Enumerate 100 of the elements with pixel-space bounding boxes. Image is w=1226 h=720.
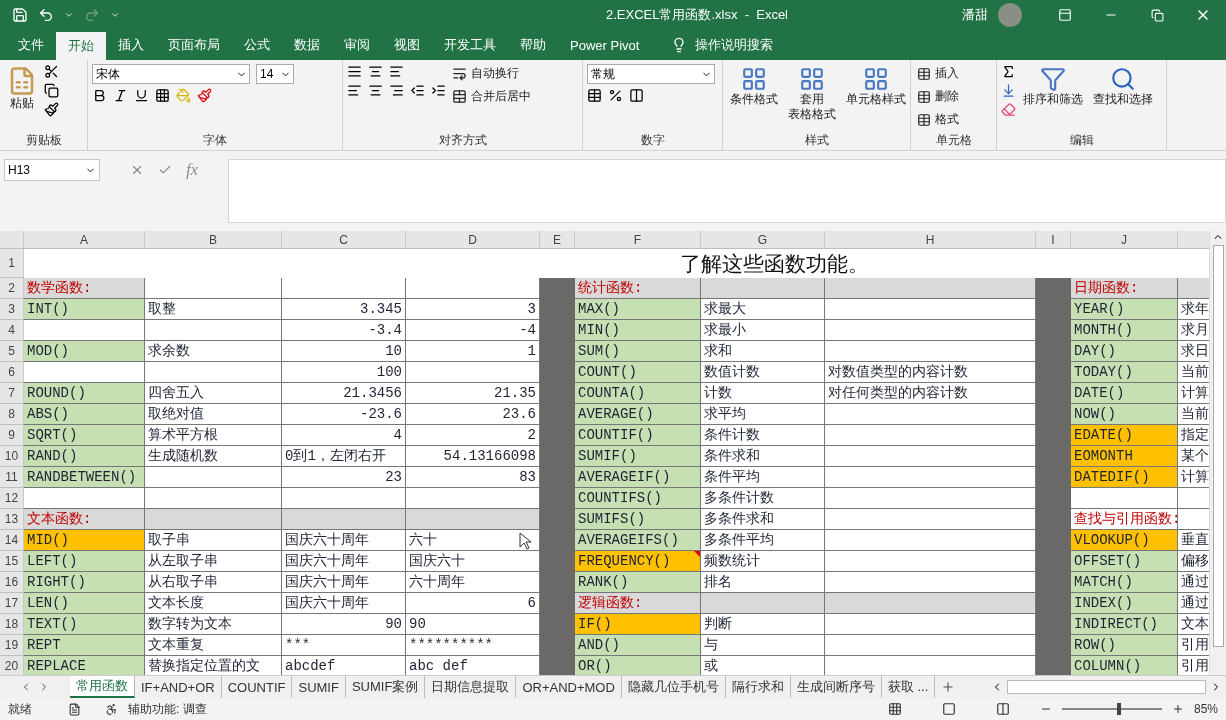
table-cell[interactable]: RANDBETWEEN(): [24, 467, 145, 488]
table-cell[interactable]: COUNTIFS(): [575, 488, 701, 509]
table-cell[interactable]: abc def: [406, 656, 540, 675]
row-header[interactable]: 12: [0, 488, 24, 509]
table-cell[interactable]: 国庆六十周年: [282, 572, 406, 593]
table-cell[interactable]: [825, 593, 1036, 614]
table-cell[interactable]: [406, 362, 540, 383]
table-cell[interactable]: 求最小: [701, 320, 825, 341]
row-header[interactable]: 4: [0, 320, 24, 341]
caret-icon[interactable]: [64, 10, 74, 20]
table-cell[interactable]: SQRT(): [24, 425, 145, 446]
table-cell[interactable]: REPT: [24, 635, 145, 656]
table-cell[interactable]: [825, 551, 1036, 572]
row-header[interactable]: 17: [0, 593, 24, 614]
table-cell[interactable]: [825, 467, 1036, 488]
table-cell[interactable]: 求和: [701, 341, 825, 362]
table-cell[interactable]: MIN(): [575, 320, 701, 341]
table-cell[interactable]: 6: [406, 593, 540, 614]
table-cell[interactable]: [825, 572, 1036, 593]
column-header[interactable]: D: [406, 231, 540, 249]
table-cell[interactable]: 判断: [701, 614, 825, 635]
page-break-view-icon[interactable]: [995, 702, 1010, 716]
table-cell[interactable]: 国庆六十周年: [282, 593, 406, 614]
table-cell[interactable]: OFFSET(): [1071, 551, 1178, 572]
row-header[interactable]: 7: [0, 383, 24, 404]
row-header[interactable]: 1: [0, 249, 24, 278]
table-cell[interactable]: -4: [406, 320, 540, 341]
table-cell[interactable]: 替换指定位置的文: [145, 656, 282, 675]
underline-icon[interactable]: [134, 88, 149, 103]
style-button[interactable]: 单元格样式: [843, 64, 909, 132]
table-cell[interactable]: [282, 509, 406, 530]
table-cell[interactable]: 当前: [1178, 404, 1209, 425]
table-cell[interactable]: 100: [282, 362, 406, 383]
table-cell[interactable]: OR(): [575, 656, 701, 675]
table-cell[interactable]: [825, 278, 1036, 299]
accessibility-status[interactable]: 辅助功能: 调查: [128, 700, 207, 718]
row-header[interactable]: 6: [0, 362, 24, 383]
table-cell[interactable]: [825, 614, 1036, 635]
ribbon-tab[interactable]: 开始: [56, 32, 106, 60]
table-cell[interactable]: SUMIF(): [575, 446, 701, 467]
table-cell[interactable]: 83: [406, 467, 540, 488]
table-cell[interactable]: 当前: [1178, 362, 1209, 383]
table-cell[interactable]: SUM(): [575, 341, 701, 362]
table-cell[interactable]: AND(): [575, 635, 701, 656]
table-cell[interactable]: [24, 362, 145, 383]
table-cell[interactable]: 对数值类型的内容计数: [825, 362, 1036, 383]
bold-icon[interactable]: [92, 88, 107, 103]
row-header[interactable]: 15: [0, 551, 24, 572]
border-icon[interactable]: [155, 88, 170, 103]
table-cell[interactable]: [825, 425, 1036, 446]
table-cell[interactable]: [145, 362, 282, 383]
table-cell[interactable]: 或: [701, 656, 825, 675]
table-cell[interactable]: 六十周年: [406, 572, 540, 593]
table-cell[interactable]: 指定: [1178, 425, 1209, 446]
table-cell[interactable]: 4: [282, 425, 406, 446]
table-cell[interactable]: FREQUENCY(): [575, 551, 701, 572]
table-cell[interactable]: 计算: [1178, 383, 1209, 404]
table-cell[interactable]: [1071, 488, 1178, 509]
page-layout-icon[interactable]: [941, 702, 956, 716]
table-cell[interactable]: **********: [406, 635, 540, 656]
ribbon-tab[interactable]: 页面布局: [156, 30, 232, 60]
table-cell[interactable]: 多条件求和: [701, 509, 825, 530]
align-top-icon[interactable]: [347, 64, 362, 79]
column-header[interactable]: F: [575, 231, 701, 249]
table-cell[interactable]: 0到1，左闭右开: [282, 446, 406, 467]
merge-center-button[interactable]: 合并后居中: [450, 87, 533, 106]
table-cell[interactable]: AVERAGE(): [575, 404, 701, 425]
table-cell[interactable]: 取绝对值: [145, 404, 282, 425]
row-header[interactable]: 14: [0, 530, 24, 551]
table-cell[interactable]: EOMONTH: [1071, 446, 1178, 467]
column-header[interactable]: I: [1036, 231, 1071, 249]
table-cell[interactable]: 文本: [1178, 614, 1209, 635]
row-header[interactable]: 8: [0, 404, 24, 425]
table-cell[interactable]: [24, 488, 145, 509]
table-cell[interactable]: 统计函数:: [575, 278, 701, 299]
table-cell[interactable]: DAY(): [1071, 341, 1178, 362]
table-cell[interactable]: [701, 278, 825, 299]
table-cell[interactable]: [1178, 278, 1209, 299]
row-header[interactable]: 18: [0, 614, 24, 635]
table-cell[interactable]: 生成随机数: [145, 446, 282, 467]
row-header[interactable]: 19: [0, 635, 24, 656]
column-header[interactable]: B: [145, 231, 282, 249]
table-cell[interactable]: 条件平均: [701, 467, 825, 488]
table-cell[interactable]: [145, 509, 282, 530]
table-cell[interactable]: [825, 488, 1036, 509]
table-cell[interactable]: [282, 488, 406, 509]
table-cell[interactable]: 54.13166098: [406, 446, 540, 467]
table-cell[interactable]: COUNT(): [575, 362, 701, 383]
table-cell[interactable]: [825, 341, 1036, 362]
table-cell[interactable]: 计数: [701, 383, 825, 404]
cells-button[interactable]: 格式: [915, 110, 961, 129]
copy-icon[interactable]: [44, 83, 59, 98]
table-cell[interactable]: [825, 530, 1036, 551]
table-cell[interactable]: RANK(): [575, 572, 701, 593]
table-cell[interactable]: 取整: [145, 299, 282, 320]
table-cell[interactable]: 排名: [701, 572, 825, 593]
table-cell[interactable]: 21.35: [406, 383, 540, 404]
table-cell[interactable]: 23.6: [406, 404, 540, 425]
table-cell[interactable]: ABS(): [24, 404, 145, 425]
table-cell[interactable]: [282, 278, 406, 299]
